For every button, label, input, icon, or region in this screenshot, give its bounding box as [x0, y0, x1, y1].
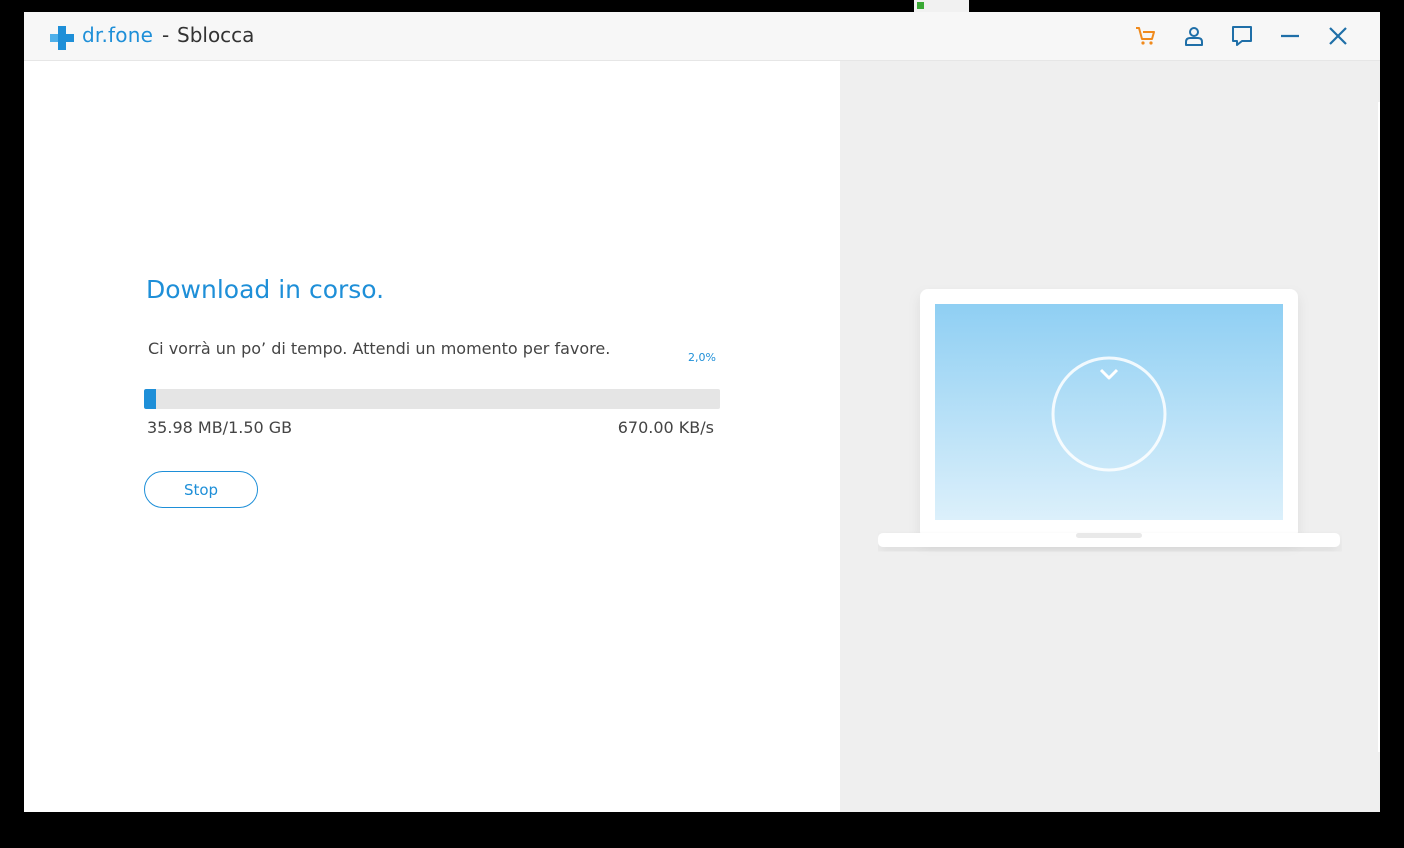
download-speed: 670.00 KB/s	[617, 418, 714, 437]
title-separator: -	[162, 23, 170, 47]
app-window: dr.fone - Sblocca Download in corso. Ci …	[24, 12, 1380, 812]
progress-bar	[144, 389, 720, 409]
status-icon	[917, 2, 924, 9]
download-subtext: Ci vorrà un po’ di tempo. Attendi un mom…	[148, 339, 611, 358]
app-brand: dr.fone	[82, 23, 154, 47]
download-heading: Download in corso.	[146, 275, 385, 304]
drfone-logo-icon	[50, 26, 74, 50]
close-icon[interactable]	[1326, 24, 1350, 48]
stop-button[interactable]: Stop	[144, 471, 258, 508]
downloaded-size: 35.98 MB/1.50 GB	[147, 418, 293, 437]
title-bar: dr.fone - Sblocca	[24, 12, 1380, 61]
window-edge	[1378, 102, 1380, 752]
progress-percent: 2,0%	[688, 351, 716, 364]
section-title: Sblocca	[177, 23, 255, 47]
download-panel: Download in corso. Ci vorrà un po’ di te…	[24, 61, 840, 812]
progress-fill	[144, 389, 156, 409]
minimize-icon[interactable]	[1278, 24, 1302, 48]
laptop-illustration	[878, 289, 1340, 547]
illustration-panel	[840, 61, 1380, 812]
feedback-icon[interactable]	[1230, 24, 1254, 48]
cart-icon[interactable]	[1134, 24, 1158, 48]
user-icon[interactable]	[1182, 24, 1206, 48]
